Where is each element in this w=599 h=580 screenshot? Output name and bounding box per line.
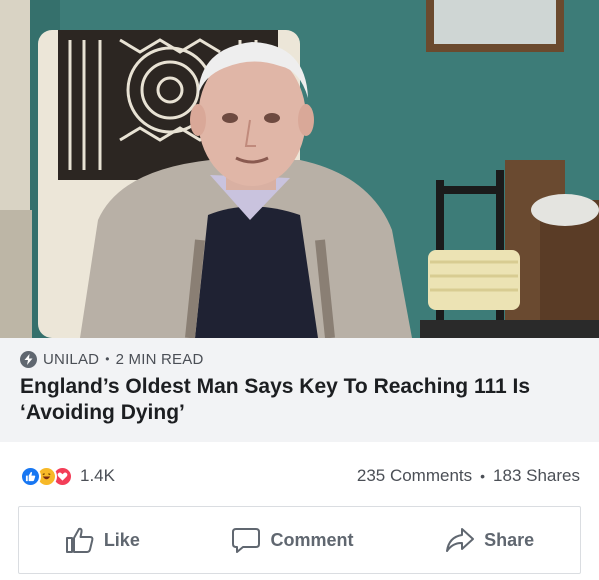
engagement-counts: 235 Comments • 183 Shares xyxy=(357,466,580,486)
like-reaction-icon xyxy=(20,465,41,487)
comments-count-link[interactable]: 235 Comments xyxy=(357,466,472,486)
shares-count-link[interactable]: 183 Shares xyxy=(493,466,580,486)
separator-dot: • xyxy=(480,468,486,484)
post-action-bar: Like Comment Share xyxy=(18,506,581,574)
share-button[interactable]: Share xyxy=(433,518,546,562)
reactions-summary: 1.4K 235 Comments • 183 Shares xyxy=(0,458,599,494)
comment-button-label: Comment xyxy=(270,529,354,550)
article-image[interactable] xyxy=(0,0,599,338)
like-button[interactable]: Like xyxy=(53,518,152,562)
share-button-label: Share xyxy=(484,529,535,550)
separator-dot: • xyxy=(105,352,110,366)
article-source-row: UNILAD • 2 MIN READ xyxy=(20,348,579,370)
like-button-label: Like xyxy=(103,529,140,550)
instant-article-lightning-icon xyxy=(20,350,37,368)
link-caption[interactable]: UNILAD • 2 MIN READ England’s Oldest Man… xyxy=(0,338,599,442)
article-headline[interactable]: England’s Oldest Man Says Key To Reachin… xyxy=(20,374,580,426)
reaction-count: 1.4K xyxy=(80,466,115,485)
share-arrow-icon xyxy=(446,528,475,552)
article-read-time: 2 MIN READ xyxy=(115,350,204,368)
article-photo-illustration xyxy=(0,0,599,338)
comment-button[interactable]: Comment xyxy=(219,518,365,562)
article-source: UNILAD xyxy=(43,350,100,368)
thumbs-up-icon xyxy=(65,527,94,553)
comment-bubble-icon xyxy=(232,528,261,553)
reaction-count-group[interactable]: 1.4K xyxy=(20,465,115,487)
